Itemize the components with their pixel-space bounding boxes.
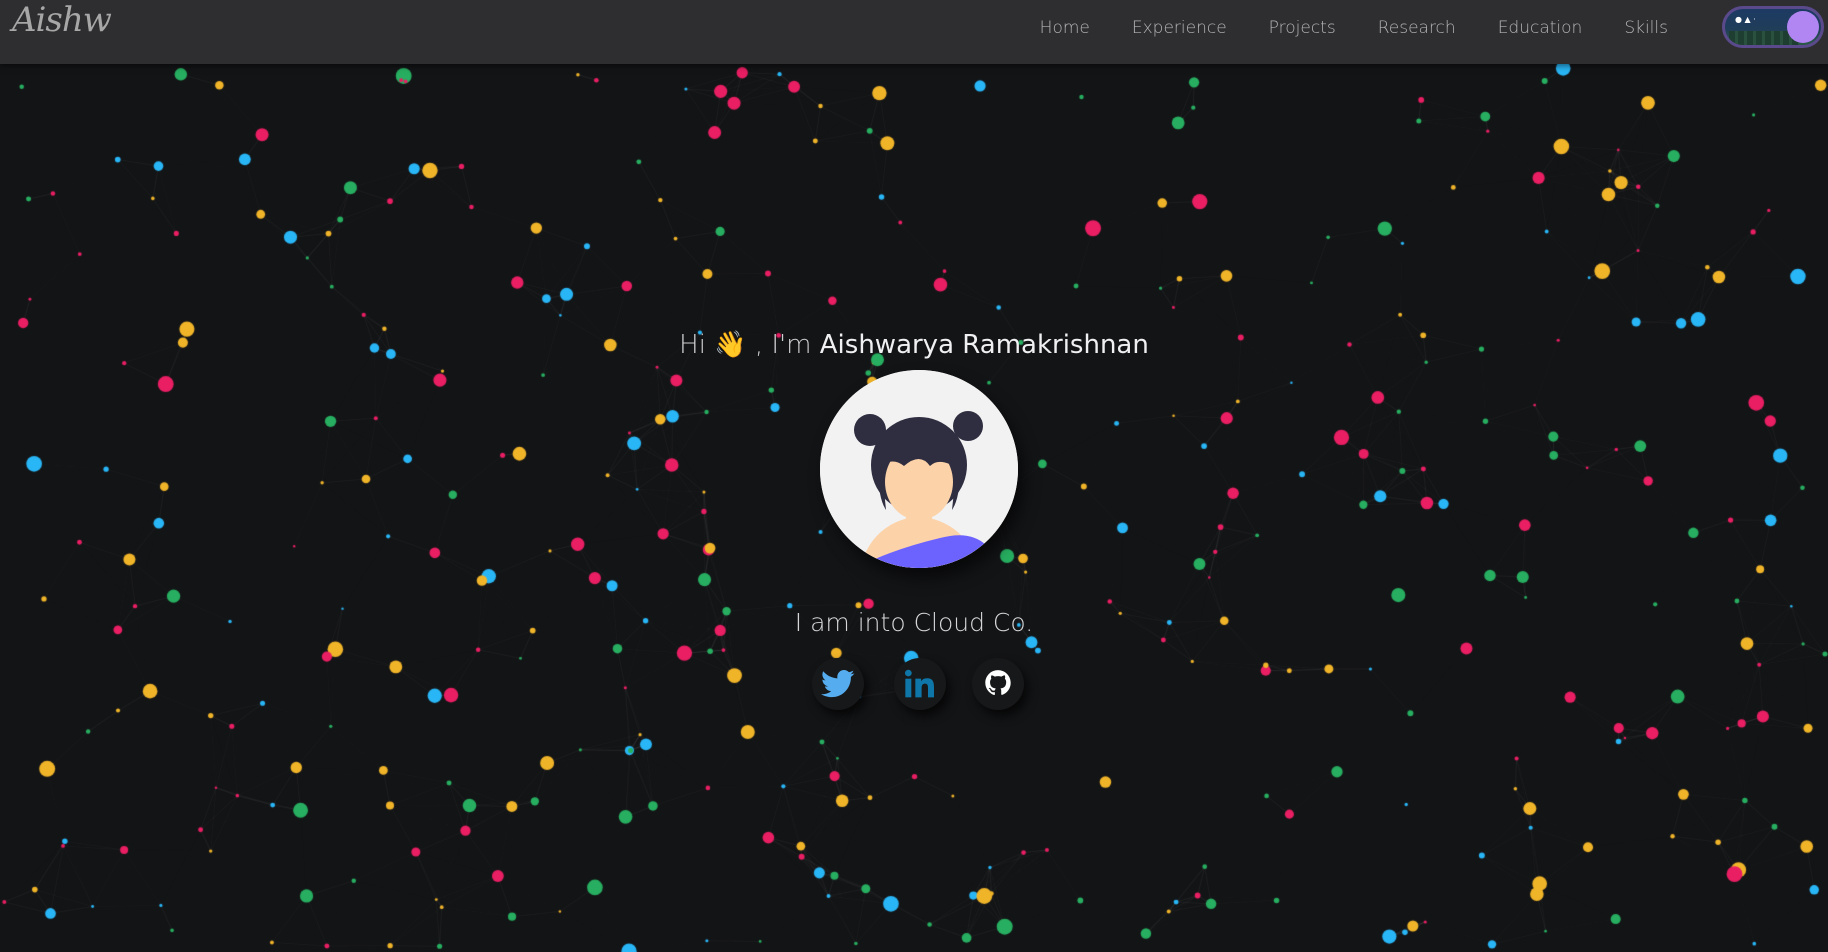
nav-links: Home Experience Projects Research Educat… xyxy=(998,18,1668,38)
github-icon xyxy=(985,670,1011,695)
nav-skills[interactable]: Skills xyxy=(1624,18,1668,38)
nav-experience[interactable]: Experience xyxy=(1132,18,1227,38)
nav-research[interactable]: Research xyxy=(1378,18,1456,38)
twitter-button[interactable] xyxy=(812,658,864,710)
linkedin-icon xyxy=(905,669,934,698)
linkedin-button[interactable] xyxy=(894,658,946,710)
twitter-icon xyxy=(821,669,855,698)
toggle-knob xyxy=(1787,11,1819,43)
nav-projects[interactable]: Projects xyxy=(1269,18,1336,38)
theme-toggle[interactable]: ● ▲ · xyxy=(1722,6,1824,48)
site-logo[interactable]: Aishw xyxy=(12,0,112,40)
nav-home[interactable]: Home xyxy=(1040,18,1090,38)
nav-education[interactable]: Education xyxy=(1498,18,1583,38)
github-button[interactable] xyxy=(972,658,1024,710)
stars-icon: ● ▲ · xyxy=(1735,15,1756,24)
particle-network-background xyxy=(0,0,1828,952)
top-navbar: Aishw Home Experience Projects Research … xyxy=(0,0,1828,64)
